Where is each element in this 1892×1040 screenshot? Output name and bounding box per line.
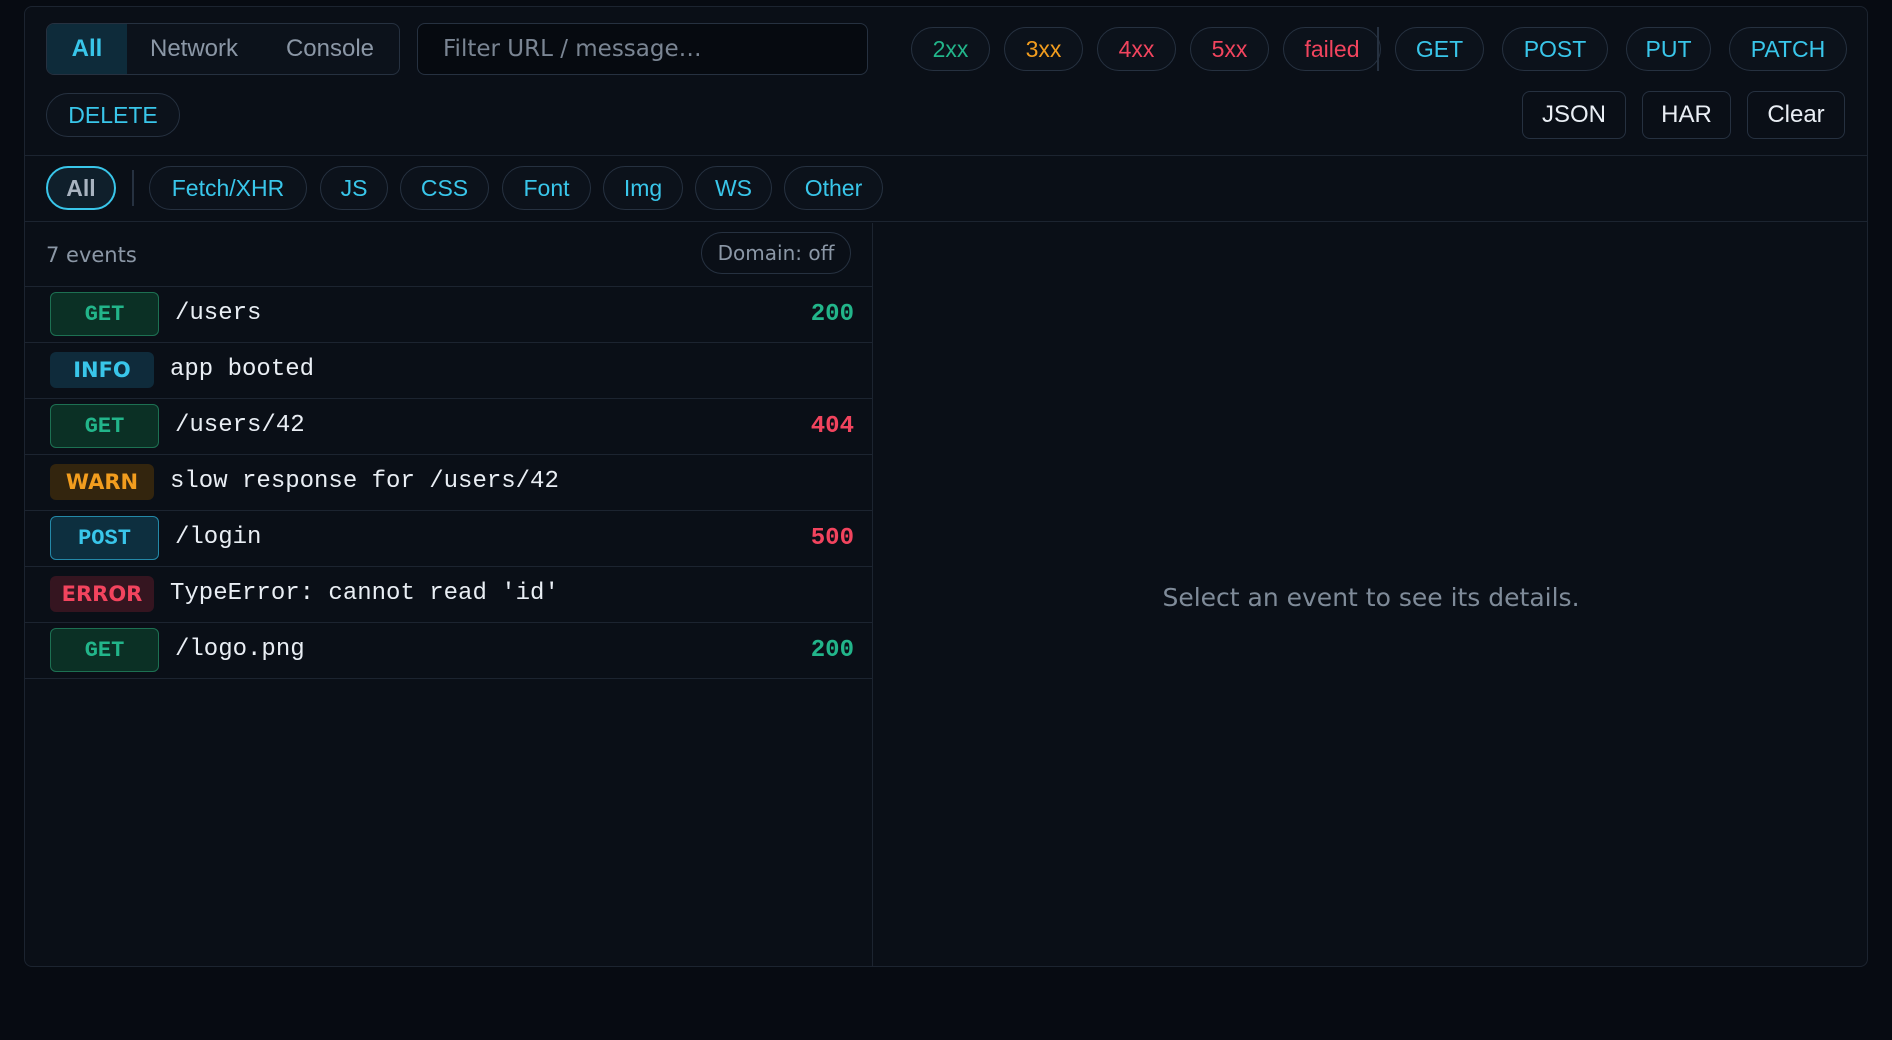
clear-button[interactable]: Clear bbox=[1747, 91, 1845, 139]
status-code: 200 bbox=[810, 301, 854, 328]
event-row[interactable]: POST /login 500 bbox=[25, 511, 872, 567]
status-filter-5xx[interactable]: 5xx bbox=[1190, 27, 1269, 71]
status-code: 200 bbox=[810, 637, 854, 664]
event-row[interactable]: WARN slow response for /users/42 bbox=[25, 455, 872, 511]
method-badge: POST bbox=[50, 516, 159, 560]
network-console-panel: All Network Console 2xx 3xx 4xx 5xx fail… bbox=[24, 6, 1868, 967]
event-row[interactable]: ERROR TypeError: cannot read 'id' bbox=[25, 567, 872, 623]
method-badge: GET bbox=[50, 628, 159, 672]
method-filter-patch[interactable]: PATCH bbox=[1729, 27, 1847, 71]
event-list: 7 events Domain: off GET /users 200 INFO… bbox=[25, 223, 873, 966]
export-json-button[interactable]: JSON bbox=[1522, 91, 1626, 139]
type-filter-fetch-xhr[interactable]: Fetch/XHR bbox=[149, 166, 307, 210]
event-details-pane: Select an event to see its details. bbox=[873, 223, 1867, 966]
type-filter-css[interactable]: CSS bbox=[400, 166, 489, 210]
view-switcher: All Network Console bbox=[46, 23, 400, 75]
type-filter-ws[interactable]: WS bbox=[695, 166, 772, 210]
type-filter-img[interactable]: Img bbox=[603, 166, 683, 210]
status-filter-3xx[interactable]: 3xx bbox=[1004, 27, 1083, 71]
status-code: 500 bbox=[810, 525, 854, 552]
log-level-badge: WARN bbox=[50, 464, 154, 500]
empty-state-message: Select an event to see its details. bbox=[1162, 583, 1580, 612]
method-filter-post[interactable]: POST bbox=[1502, 27, 1608, 71]
method-filter-get[interactable]: GET bbox=[1395, 27, 1484, 71]
log-level-badge: ERROR bbox=[50, 576, 154, 612]
method-filter-delete[interactable]: DELETE bbox=[46, 93, 180, 137]
type-filter-other[interactable]: Other bbox=[784, 166, 883, 210]
resource-type-filters: All Fetch/XHR JS CSS Font Img WS Other bbox=[25, 156, 1867, 222]
status-filter-4xx[interactable]: 4xx bbox=[1097, 27, 1176, 71]
event-message: TypeError: cannot read 'id' bbox=[170, 580, 559, 607]
event-url: /logo.png bbox=[175, 636, 305, 663]
divider bbox=[1377, 27, 1379, 71]
toolbar: All Network Console 2xx 3xx 4xx 5xx fail… bbox=[25, 7, 1867, 156]
status-code: 404 bbox=[810, 413, 854, 440]
type-filter-font[interactable]: Font bbox=[502, 166, 591, 210]
event-list-header: 7 events Domain: off bbox=[25, 223, 872, 287]
status-filter-failed[interactable]: failed bbox=[1283, 27, 1381, 71]
event-row[interactable]: INFO app booted bbox=[25, 343, 872, 399]
event-url: /users bbox=[175, 300, 262, 327]
type-filter-js[interactable]: JS bbox=[320, 166, 388, 210]
event-message: app booted bbox=[170, 356, 315, 383]
event-url: /login bbox=[175, 524, 262, 551]
tab-all[interactable]: All bbox=[47, 24, 127, 74]
event-row[interactable]: GET /logo.png 200 bbox=[25, 623, 872, 679]
tab-network[interactable]: Network bbox=[127, 24, 261, 74]
event-url: /users/42 bbox=[175, 412, 305, 439]
event-count: 7 events bbox=[46, 243, 137, 267]
event-message: slow response for /users/42 bbox=[170, 468, 559, 495]
status-filter-2xx[interactable]: 2xx bbox=[911, 27, 990, 71]
type-filter-all[interactable]: All bbox=[46, 166, 116, 210]
event-row[interactable]: GET /users 200 bbox=[25, 287, 872, 343]
log-level-badge: INFO bbox=[50, 352, 154, 388]
export-har-button[interactable]: HAR bbox=[1642, 91, 1731, 139]
divider bbox=[132, 170, 134, 206]
domain-toggle[interactable]: Domain: off bbox=[701, 232, 851, 274]
method-badge: GET bbox=[50, 404, 159, 448]
method-badge: GET bbox=[50, 292, 159, 336]
filter-input[interactable] bbox=[417, 23, 868, 75]
method-filter-put[interactable]: PUT bbox=[1626, 27, 1711, 71]
tab-console[interactable]: Console bbox=[261, 24, 399, 74]
event-row[interactable]: GET /users/42 404 bbox=[25, 399, 872, 455]
